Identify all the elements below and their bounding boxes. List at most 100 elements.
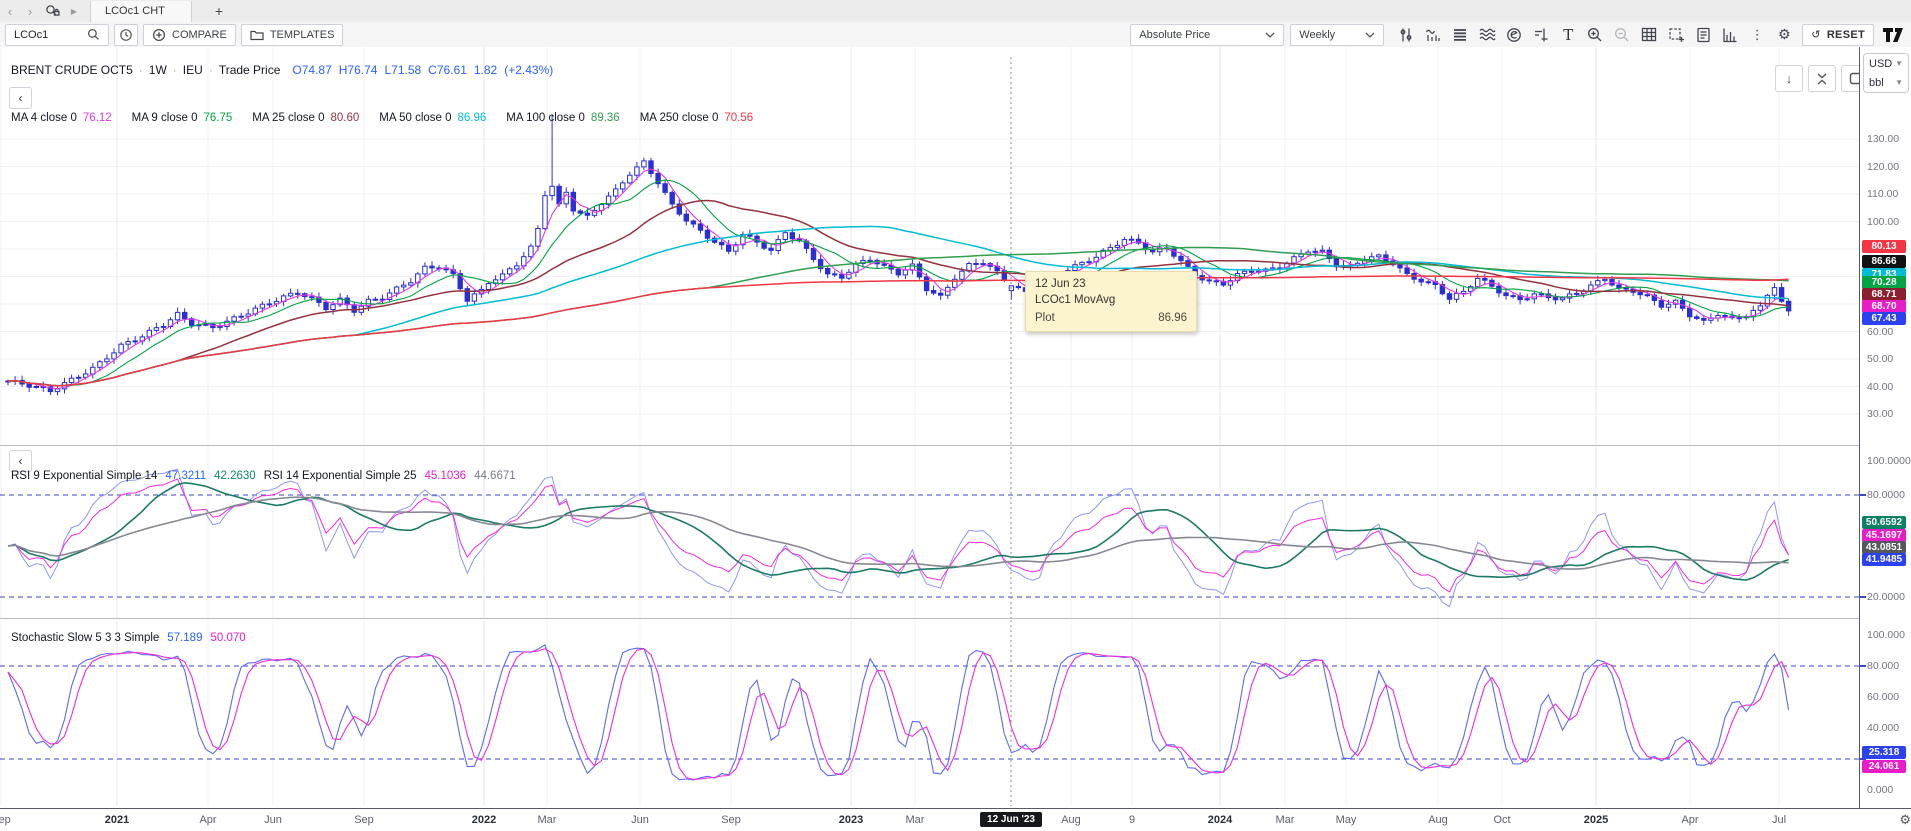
indicator-legend-part: RSI 9 Exponential Simple 14 [11,470,157,482]
templates-label: TEMPLATES [270,29,335,41]
price-mode-value: Absolute Price [1139,29,1210,41]
ohlc-value: C76.61 [428,63,467,77]
ma-label: MA 4 close 0 [11,112,77,124]
row-list-icon[interactable] [1448,24,1472,46]
tab-bar: ‹ › ▶ LCOc1 CHT + [0,0,1911,23]
templates-button[interactable]: TEMPLATES [241,24,344,46]
compare-label: COMPARE [172,29,227,41]
level-tick [1860,494,1866,496]
indicator-legend-part: 45.1036 [424,470,466,482]
waves-icon[interactable] [1475,24,1499,46]
axis-tick-label: 60.000 [1867,691,1899,703]
text-tool-icon[interactable]: T [1556,24,1580,46]
collapse-pane-icon[interactable] [1808,65,1836,92]
events-e-circle-icon[interactable] [1502,24,1526,46]
time-axis-label: Aug [1061,814,1081,826]
time-axis-label: 9 [1129,814,1135,826]
price-axis[interactable]: USD▼ bbl▼ 130.00120.00110.00100.0060.005… [1859,47,1911,808]
ma-value: 86.96 [458,112,487,124]
scroll-to-recent-icon[interactable]: ↓ [1775,65,1803,92]
reset-button[interactable]: ↺ RESET [1802,24,1874,46]
chevron-down-icon: ▼ [1895,59,1903,68]
time-axis-label: Jun [631,814,649,826]
price-badge: 24.061 [1862,760,1906,773]
folder-icon [250,29,264,41]
tab-lcoc1-cht[interactable]: LCOc1 CHT [90,1,192,22]
stoch-pane-canvas[interactable] [0,620,1859,806]
new-tab-button[interactable]: + [206,3,232,19]
collapse-legend-button[interactable]: ‹ [9,87,32,109]
snapshot-icon[interactable] [1664,24,1688,46]
forward-icon[interactable]: › [20,4,40,19]
ohlc-value: 1.82 [474,63,497,77]
axis-tick-label: 100.00 [1867,216,1899,228]
price-badge: 86.66 [1862,255,1906,268]
axis-tick-label: 80.0000 [1867,489,1905,501]
news-document-icon[interactable] [1691,24,1715,46]
ma-value: 76.75 [203,112,232,124]
ma-legend-item[interactable]: MA 25 close 080.60 [252,112,359,124]
time-axis-label: 2025 [1584,814,1608,826]
ma-legend-item[interactable]: MA 4 close 076.12 [11,112,112,124]
ma-value: 80.60 [330,112,359,124]
time-axis-label: 2024 [1208,814,1232,826]
history-clock-button[interactable] [114,24,138,46]
axis-tick-label: 50.00 [1867,353,1893,365]
ma-legend[interactable]: MA 4 close 076.12 MA 9 close 076.75 MA 25 … [11,112,753,124]
drawing-tool-icon[interactable] [1529,24,1553,46]
pane-buttons: ↓ [1775,65,1869,92]
indicator-legend-part: 42.2630 [214,470,256,482]
ma-legend-item[interactable]: MA 9 close 076.75 [132,112,233,124]
settings-gear-icon[interactable]: ⚙ [1772,24,1796,46]
ma-legend-item[interactable]: MA 100 close 089.36 [506,112,619,124]
axis-tick-label: 20.0000 [1867,591,1905,603]
axis-tick-label: 130.00 [1867,133,1899,145]
ohlc-value: O74.87 [292,63,331,77]
pane-divider[interactable] [0,445,1859,446]
search-lock-icon[interactable] [40,0,64,22]
ma-legend-item[interactable]: MA 50 close 0 86.96 [379,112,486,124]
time-axis-label: Sep [721,814,741,826]
price-mode-select[interactable]: Absolute Price [1130,24,1284,46]
axis-tick-label: 100.000 [1867,629,1905,641]
currency-select[interactable]: USD▼ [1864,54,1908,73]
axis-tick-label: 60.00 [1867,326,1893,338]
ma-legend-item[interactable]: MA 250 close 070.56 [640,112,753,124]
price-badge: 67.43 [1862,312,1906,325]
axis-tick-label: 100.0000 [1867,455,1911,467]
ma-label: MA 50 close 0 [379,112,451,124]
time-axis[interactable]: Sep2021AprJunSep2022MarJunSep2023MarAug9… [0,808,1859,831]
data-table-icon[interactable] [1637,24,1661,46]
price-pane-canvas[interactable] [0,47,1859,445]
unit-selector[interactable]: USD▼ bbl▼ [1863,53,1909,93]
rsi-legend[interactable]: RSI 9 Exponential Simple 1447.321142.263… [11,470,516,482]
technical-chart-icon[interactable] [1421,24,1445,46]
legend-interval: 1W [149,63,167,77]
interval-select[interactable]: Weekly [1290,24,1384,46]
stoch-legend[interactable]: Stochastic Slow 5 3 3 Simple57.18950.070 [11,632,246,644]
tooltip-series: LCOc1 MovAvg [1035,294,1187,306]
time-axis-label: Oct [1493,814,1510,826]
time-axis-label: Apr [199,814,216,826]
time-axis-label: Aug [1428,814,1448,826]
chart-toolbar: LCOc1 COMPARE TEMPLATES Absolute Price W… [0,22,1911,47]
unit-select[interactable]: bbl▼ [1864,73,1908,92]
main-legend[interactable]: BRENT CRUDE OCT5 · 1W · IEU · Trade Pric… [11,63,553,77]
zoom-in-icon[interactable] [1583,24,1607,46]
indicator-legend-part: Stochastic Slow 5 3 3 Simple [11,632,159,644]
symbol-input[interactable]: LCOc1 [5,24,109,46]
more-options-icon[interactable]: ⋮ [1745,24,1769,46]
collapse-rsi-legend-button[interactable]: ‹ [9,450,32,472]
pane-divider[interactable] [0,618,1859,619]
back-icon[interactable]: ‹ [0,4,20,19]
chevron-down-icon: ▼ [1895,78,1903,87]
bar-chart-icon[interactable] [1718,24,1742,46]
ohlc-values: O74.87H76.74L71.58C76.611.82(+2.43%) [292,63,553,77]
compare-button[interactable]: COMPARE [143,24,236,46]
price-badge: 41.9485 [1862,553,1906,566]
time-axis-label: Jun [264,814,282,826]
tradingview-logo [1880,24,1906,46]
axis-tick-label: 40.00 [1867,381,1893,393]
indicator-sliders-icon[interactable] [1394,24,1418,46]
axis-settings-icon[interactable]: ⚙ [1899,813,1911,828]
